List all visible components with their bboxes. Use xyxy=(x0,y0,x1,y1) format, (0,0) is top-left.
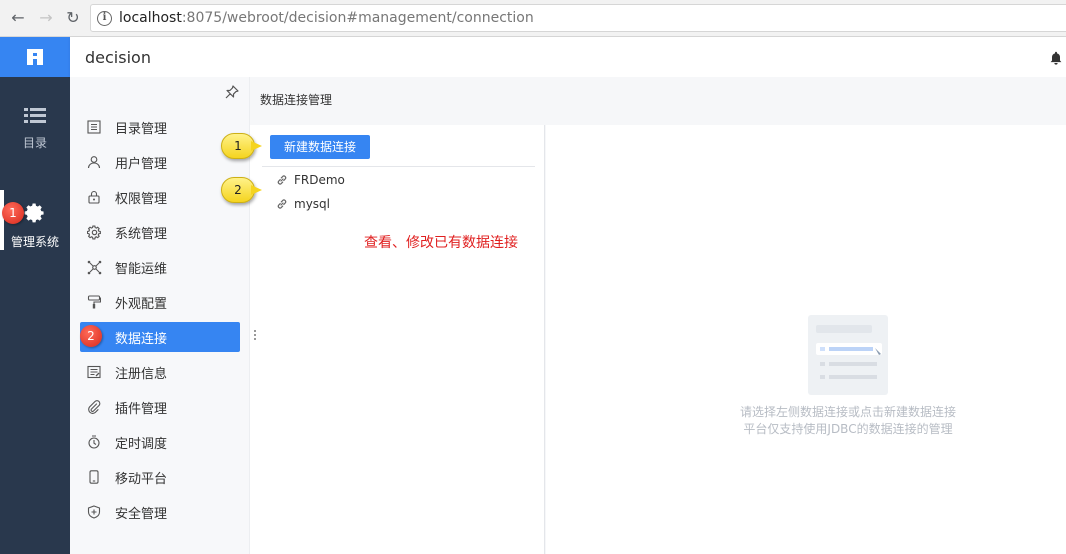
gear-icon xyxy=(86,224,102,240)
url-text: localhost:8075/webroot/decision#manageme… xyxy=(119,10,534,26)
empty-state-illustration xyxy=(808,315,888,395)
menu-item-7[interactable]: 数据连接 xyxy=(80,322,240,352)
menu-item-3[interactable]: 权限管理 xyxy=(80,182,240,212)
detail-pane: 请选择左侧数据连接或点击新建数据连接 平台仅支持使用JDBC的数据连接的管理 xyxy=(546,125,1066,554)
menu-item-4[interactable]: 系统管理 xyxy=(80,217,240,247)
paperclip-icon xyxy=(86,399,102,415)
empty-line-1: 请选择左侧数据连接或点击新建数据连接 xyxy=(739,405,956,419)
menu-item-11[interactable]: 移动平台 xyxy=(80,462,240,492)
address-bar[interactable]: i localhost:8075/webroot/decision#manage… xyxy=(90,4,1066,32)
link-icon xyxy=(277,175,287,185)
info-icon[interactable]: i xyxy=(97,11,112,26)
timer-icon xyxy=(86,434,102,450)
browser-toolbar: ← → ↻ i localhost:8075/webroot/decision#… xyxy=(0,0,1066,37)
callout-bubble-1: 1 xyxy=(221,133,262,159)
list-icon xyxy=(24,108,46,123)
connection-name: mysql xyxy=(294,197,330,211)
divider xyxy=(262,166,535,167)
menu-item-label: 定时调度 xyxy=(115,436,168,452)
gear-icon xyxy=(24,203,44,223)
content-area: 数据连接管理 新建数据连接 FRDemo mysql 查看、修改已有数据连接 请… xyxy=(250,77,1066,554)
menu-item-label: 安全管理 xyxy=(115,506,168,522)
back-arrow-icon[interactable]: ← xyxy=(9,9,27,27)
app-logo[interactable] xyxy=(0,37,70,77)
menu-item-9[interactable]: 插件管理 xyxy=(80,392,240,422)
menu-item-1[interactable]: 目录管理 xyxy=(80,112,240,142)
network-icon xyxy=(86,259,102,275)
menu-item-label: 目录管理 xyxy=(115,121,168,137)
menu-item-label: 插件管理 xyxy=(115,401,168,417)
user-icon xyxy=(86,154,102,170)
lock-icon xyxy=(86,189,102,205)
rail-item-label: 目录 xyxy=(22,136,47,150)
menu-item-2[interactable]: 用户管理 xyxy=(80,147,240,177)
menu-item-label: 系统管理 xyxy=(115,226,168,242)
new-connection-button[interactable]: 新建数据连接 xyxy=(270,135,370,159)
step-badge-2: 2 xyxy=(80,325,102,347)
left-rail: 目录 管理系统 1 xyxy=(0,37,70,554)
mobile-icon xyxy=(86,469,102,485)
app-title: decision xyxy=(85,48,151,67)
link-icon xyxy=(277,199,287,209)
connection-item[interactable]: mysql xyxy=(276,195,330,213)
page-title: 数据连接管理 xyxy=(260,93,333,107)
logo-icon xyxy=(27,49,43,65)
menu-item-8[interactable]: 注册信息 xyxy=(80,357,240,387)
menu-item-label: 权限管理 xyxy=(115,191,168,207)
menu-item-label: 智能运维 xyxy=(115,261,168,277)
connection-list-pane: 新建数据连接 FRDemo mysql 查看、修改已有数据连接 xyxy=(250,125,545,554)
directory-icon xyxy=(86,119,102,135)
drag-handle[interactable] xyxy=(252,330,258,344)
menu-item-5[interactable]: 智能运维 xyxy=(80,252,240,282)
register-icon xyxy=(86,364,102,380)
menu-item-6[interactable]: 外观配置 xyxy=(80,287,240,317)
paint-roller-icon xyxy=(86,294,102,310)
annotation-text: 查看、修改已有数据连接 xyxy=(364,235,518,251)
pin-icon[interactable] xyxy=(225,85,239,103)
menu-item-label: 数据连接 xyxy=(115,331,168,347)
top-header: decision xyxy=(70,37,1066,77)
connection-name: FRDemo xyxy=(294,173,345,187)
menu-item-label: 移动平台 xyxy=(115,471,168,487)
menu-item-12[interactable]: 安全管理 xyxy=(80,497,240,527)
menu-item-label: 外观配置 xyxy=(115,296,168,312)
connection-item[interactable]: FRDemo xyxy=(276,171,345,189)
step-badge-1: 1 xyxy=(2,202,24,224)
menu-item-label: 用户管理 xyxy=(115,156,168,172)
menu-item-10[interactable]: 定时调度 xyxy=(80,427,240,457)
rail-item-label: 管理系统 xyxy=(10,235,59,249)
callout-bubble-2: 2 xyxy=(221,177,262,203)
app-root: ← → ↻ i localhost:8075/webroot/decision#… xyxy=(0,0,1066,554)
bell-icon[interactable] xyxy=(1050,51,1062,65)
shield-icon xyxy=(86,504,102,520)
reload-icon[interactable]: ↻ xyxy=(64,9,82,27)
empty-list-icon xyxy=(816,325,882,379)
forward-arrow-icon[interactable]: → xyxy=(37,9,55,27)
menu-item-label: 注册信息 xyxy=(115,366,168,382)
rail-item-directory[interactable]: 目录 xyxy=(0,107,70,151)
empty-line-2: 平台仅支持使用JDBC的数据连接的管理 xyxy=(743,422,953,436)
empty-state-text: 请选择左侧数据连接或点击新建数据连接 平台仅支持使用JDBC的数据连接的管理 xyxy=(676,404,1020,438)
